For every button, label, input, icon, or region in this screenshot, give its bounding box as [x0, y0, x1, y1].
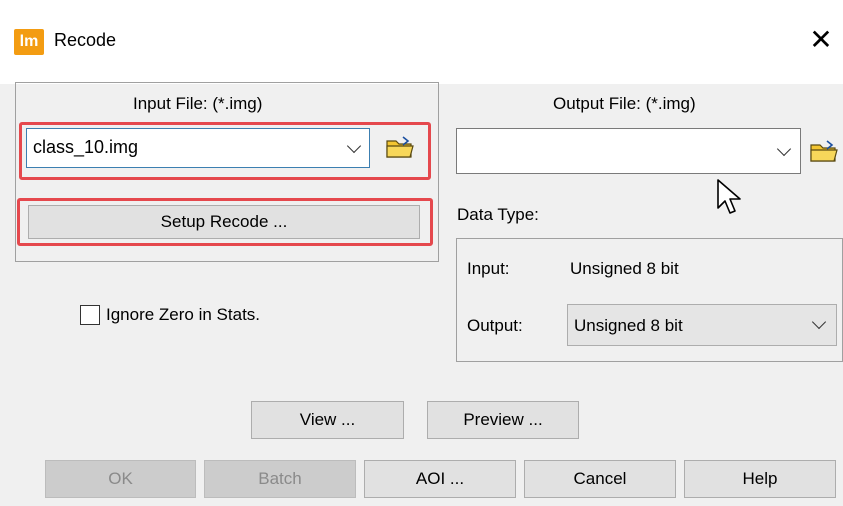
data-type-label: Data Type:	[457, 205, 539, 224]
output-file-combo[interactable]	[456, 128, 801, 174]
cancel-button[interactable]: Cancel	[524, 460, 676, 498]
output-file-label: Output File: (*.img)	[553, 94, 696, 113]
mouse-cursor-icon	[717, 179, 741, 214]
batch-button[interactable]: Batch	[204, 460, 356, 498]
data-type-output-select[interactable]: Unsigned 8 bit	[567, 304, 837, 346]
data-type-input-label: Input:	[467, 259, 510, 278]
data-type-output-value: Unsigned 8 bit	[574, 316, 683, 335]
chevron-down-icon	[776, 141, 792, 157]
data-type-output-label: Output:	[467, 316, 523, 335]
help-button[interactable]: Help	[684, 460, 836, 498]
chevron-down-icon	[811, 314, 827, 330]
input-file-label: Input File: (*.img)	[133, 94, 263, 113]
folder-open-icon[interactable]	[385, 135, 415, 159]
ok-button[interactable]: OK	[45, 460, 196, 498]
aoi-button[interactable]: AOI ...	[364, 460, 516, 498]
title-bar	[0, 0, 843, 84]
preview-button[interactable]: Preview ...	[427, 401, 579, 439]
data-type-input-value: Unsigned 8 bit	[570, 259, 679, 278]
window-title: Recode	[54, 30, 117, 50]
ignore-zero-checkbox[interactable]	[80, 305, 100, 325]
input-file-combo[interactable]: class_10.img	[26, 128, 370, 168]
view-button[interactable]: View ...	[251, 401, 404, 439]
setup-recode-button[interactable]: Setup Recode ...	[28, 205, 420, 239]
close-button[interactable]: ✕	[806, 22, 836, 58]
app-logo-icon: lm	[14, 29, 44, 55]
folder-open-icon[interactable]	[809, 139, 839, 163]
ignore-zero-label: Ignore Zero in Stats.	[106, 305, 261, 324]
chevron-down-icon	[346, 138, 362, 154]
input-file-value: class_10.img	[33, 137, 139, 157]
